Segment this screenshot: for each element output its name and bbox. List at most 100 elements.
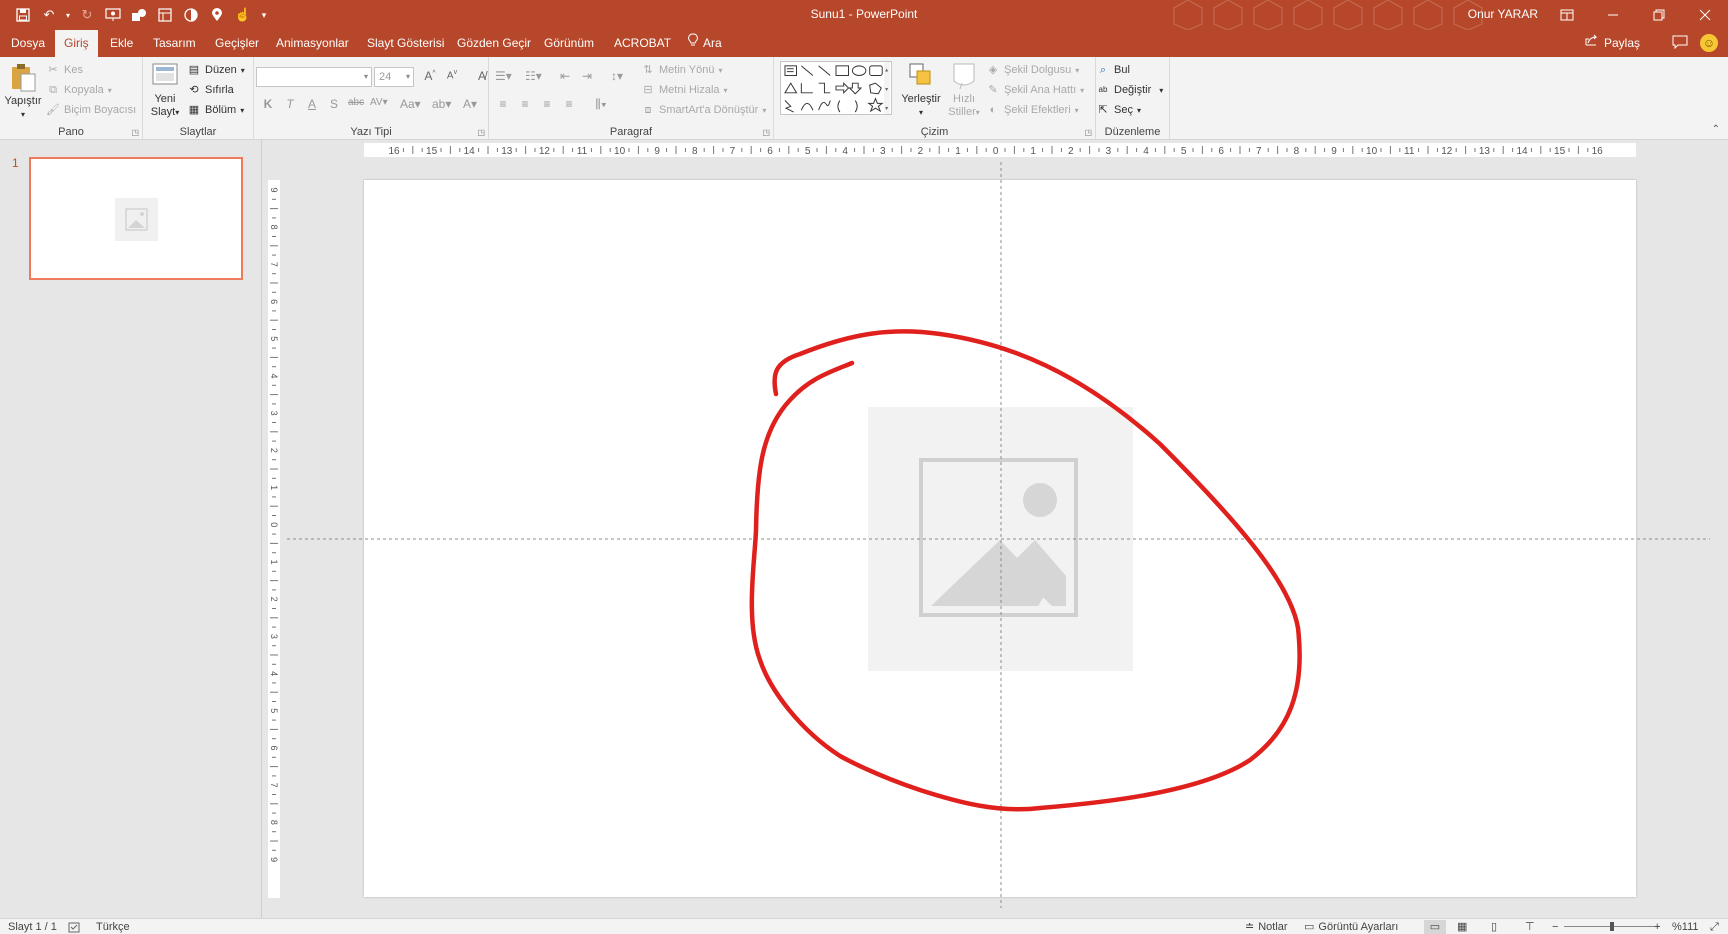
align-right-icon[interactable]: ≡ xyxy=(539,97,555,112)
paste-button[interactable]: Yapıştır ▾ xyxy=(4,63,42,121)
customize-qat-icon[interactable]: ▾ xyxy=(258,5,270,25)
save-icon[interactable] xyxy=(12,5,34,25)
undo-dropdown-icon[interactable]: ▾ xyxy=(64,5,72,25)
paragraph-launcher-icon[interactable]: ◳ xyxy=(762,128,770,137)
align-center-icon[interactable]: ≡ xyxy=(517,97,533,112)
spellcheck-icon[interactable] xyxy=(68,920,80,934)
highlight-icon[interactable]: ab▾ xyxy=(432,97,451,111)
clear-formatting-icon[interactable]: A̸ xyxy=(474,69,490,83)
replace-button[interactable]: ab Değiştir ▾ xyxy=(1096,81,1164,99)
shrink-font-icon[interactable]: Av xyxy=(444,69,460,83)
share-button[interactable]: Paylaş xyxy=(1584,30,1640,57)
increase-indent-icon[interactable]: ⇥ xyxy=(579,69,595,83)
decrease-indent-icon[interactable]: ⇤ xyxy=(557,69,573,83)
touch-mode-icon[interactable]: ☝ xyxy=(232,5,254,25)
align-left-icon[interactable]: ≡ xyxy=(495,97,511,112)
section-button[interactable]: ▦ Bölüm ▾ xyxy=(187,101,244,119)
smartart-button[interactable]: ⧈ SmartArt'a Dönüştür ▾ xyxy=(641,101,767,119)
reset-button[interactable]: ⟲ Sıfırla xyxy=(187,81,233,99)
layout-icon[interactable] xyxy=(154,5,176,25)
font-size-combo[interactable]: 24 ▾ xyxy=(374,67,414,87)
comments-icon[interactable] xyxy=(1672,35,1688,52)
arrange-button[interactable]: Yerleştir ▾ xyxy=(900,61,942,119)
zoom-in-icon[interactable]: + xyxy=(1654,920,1660,934)
notes-button[interactable]: ≐ Notlar xyxy=(1245,920,1288,934)
align-text-button[interactable]: ⊟ Metni Hizala ▾ xyxy=(641,81,727,99)
underline-icon[interactable]: A xyxy=(304,97,320,111)
clipboard-launcher-icon[interactable]: ◳ xyxy=(131,128,139,137)
picture-placeholder[interactable] xyxy=(868,407,1133,671)
shape-effects-button[interactable]: ◐ Şekil Efektleri ▾ xyxy=(986,101,1079,119)
slide-sorter-icon[interactable]: ▦ xyxy=(1457,920,1467,934)
ribbon-display-options-icon[interactable] xyxy=(1544,0,1590,30)
grow-font-icon[interactable]: A^ xyxy=(422,69,438,83)
redo-icon[interactable]: ↻ xyxy=(76,5,98,25)
quick-styles-button[interactable]: Hızlı Stiller▾ xyxy=(946,61,982,119)
italic-icon[interactable]: T xyxy=(282,97,298,111)
new-slide-button[interactable]: Yeni Slayt▾ xyxy=(147,61,183,119)
strikethrough-icon[interactable]: abc xyxy=(348,97,364,111)
bullets-icon[interactable]: ☰▾ xyxy=(495,69,512,83)
char-spacing-icon[interactable]: AV▾ xyxy=(370,97,388,111)
user-account[interactable]: Onur YARAR xyxy=(1468,7,1538,21)
tab-review[interactable]: Gözden Geçir xyxy=(448,30,540,57)
feedback-smiley-icon[interactable]: ☺ xyxy=(1700,34,1718,52)
tab-acrobat[interactable]: ACROBAT xyxy=(605,30,680,57)
restore-icon[interactable] xyxy=(1636,0,1682,30)
shadow-icon[interactable]: S xyxy=(326,97,342,111)
tell-me-label: Ara xyxy=(703,36,722,50)
collapse-ribbon-icon[interactable]: ⌃ xyxy=(1712,124,1720,135)
format-painter-button[interactable]: 🖌 Biçim Boyacısı xyxy=(46,101,136,119)
font-color-icon[interactable]: A▾ xyxy=(462,97,478,111)
font-name-combo[interactable]: ▾ xyxy=(256,67,372,87)
tab-insert[interactable]: Ekle xyxy=(101,30,142,57)
language-indicator[interactable]: Türkçe xyxy=(96,920,130,934)
font-launcher-icon[interactable]: ◳ xyxy=(477,128,485,137)
shape-effects-label: Şekil Efektleri xyxy=(1004,104,1071,116)
close-icon[interactable] xyxy=(1682,0,1728,30)
minimize-icon[interactable] xyxy=(1590,0,1636,30)
fit-to-window-icon[interactable]: ⤢ xyxy=(1710,920,1719,934)
tab-design[interactable]: Tasarım xyxy=(144,30,205,57)
copy-button[interactable]: ⧉ Kopyala ▾ xyxy=(46,81,112,99)
drawing-launcher-icon[interactable]: ◳ xyxy=(1084,128,1092,137)
tab-animations[interactable]: Animasyonlar xyxy=(267,30,358,57)
slide-thumbnail[interactable] xyxy=(29,157,243,280)
zoom-out-icon[interactable]: − xyxy=(1552,920,1558,934)
slideshow-view-icon[interactable]: ⊤ xyxy=(1525,920,1535,934)
contrast-icon[interactable] xyxy=(180,5,202,25)
shapes-icon[interactable] xyxy=(128,5,150,25)
shape-outline-button[interactable]: ✎ Şekil Ana Hattı ▾ xyxy=(986,81,1084,99)
shapes-gallery[interactable]: ▴ ▾ ▾ xyxy=(780,61,892,115)
tab-transitions[interactable]: Geçişler xyxy=(206,30,268,57)
location-pin-icon[interactable] xyxy=(206,5,228,25)
zoom-level[interactable]: %111 xyxy=(1672,920,1699,934)
undo-icon[interactable]: ↶ xyxy=(38,5,60,25)
numbering-icon[interactable]: ☷▾ xyxy=(525,69,542,83)
columns-icon[interactable]: ⫼▾ xyxy=(593,97,609,112)
cut-button[interactable]: ✂ Kes xyxy=(46,61,83,79)
zoom-slider-thumb[interactable] xyxy=(1610,922,1614,931)
justify-icon[interactable]: ≡ xyxy=(561,97,577,112)
tab-file[interactable]: Dosya xyxy=(2,30,54,57)
ruler-label: 1 xyxy=(1030,146,1036,157)
line-spacing-icon[interactable]: ↕▾ xyxy=(609,69,625,83)
shape-fill-button[interactable]: ◈ Şekil Dolgusu ▾ xyxy=(986,61,1080,79)
display-settings-button[interactable]: ▭ Görüntü Ayarları xyxy=(1304,920,1398,934)
tab-view[interactable]: Görünüm xyxy=(535,30,603,57)
reading-view-icon[interactable]: ▯ xyxy=(1491,920,1497,934)
layout-button[interactable]: ▤ Düzen ▾ xyxy=(187,61,245,79)
find-button[interactable]: ⌕ Bul xyxy=(1096,61,1130,79)
text-direction-button[interactable]: ⇅ Metin Yönü ▾ xyxy=(641,61,722,79)
change-case-icon[interactable]: Aa▾ xyxy=(400,97,421,111)
from-beginning-icon[interactable] xyxy=(102,5,124,25)
normal-view-icon[interactable]: ▭ xyxy=(1424,920,1446,934)
ruler-label: 7 xyxy=(269,262,279,267)
select-button[interactable]: ⇱ Seç ▾ xyxy=(1096,101,1141,119)
tell-me-search[interactable]: Ara xyxy=(688,30,722,57)
slide-canvas[interactable] xyxy=(364,180,1636,897)
tab-slideshow[interactable]: Slayt Gösterisi xyxy=(358,30,453,57)
ruler-label: 13 xyxy=(501,146,513,157)
bold-icon[interactable]: K xyxy=(260,97,276,111)
tab-home[interactable]: Giriş xyxy=(55,30,98,57)
